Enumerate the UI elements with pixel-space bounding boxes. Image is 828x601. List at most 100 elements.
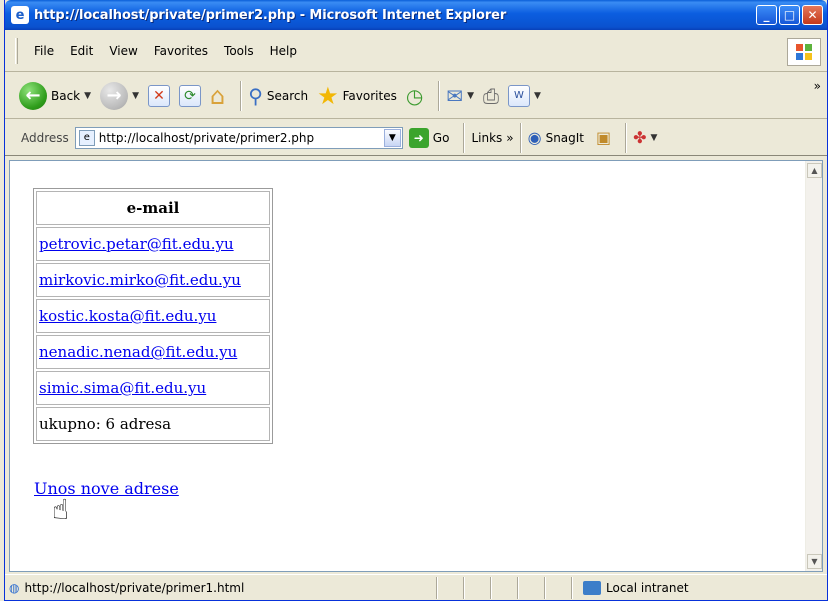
status-cell [545,577,572,599]
snagit-button[interactable]: SnagIt [546,131,584,145]
status-cell [491,577,518,599]
maximize-button[interactable]: □ [779,5,800,25]
intranet-icon [583,581,601,595]
ie-icon: e [11,6,29,24]
table-row: nenadic.nenad@fit.edu.yu [36,335,270,369]
table-cell: petrovic.petar@fit.edu.yu [36,227,270,261]
links-chevron-icon[interactable]: » [506,131,513,145]
page-icon: e [78,129,95,146]
table-row: kostic.kosta@fit.edu.yu [36,299,270,333]
snagit-capture-icon[interactable]: ▣ [596,128,611,147]
scroll-down-icon[interactable]: ▼ [807,554,822,569]
status-cell [464,577,491,599]
status-cell [437,577,464,599]
mail-button[interactable]: ✉ ▼ [446,86,474,106]
address-dropdown-icon[interactable]: ▼ [383,128,401,147]
go-button[interactable]: Go [433,131,450,145]
menu-tools[interactable]: Tools [216,44,262,58]
menu-grip [15,37,18,64]
table-cell: simic.sima@fit.edu.yu [36,371,270,405]
email-link[interactable]: simic.sima@fit.edu.yu [39,379,206,397]
search-label: Search [266,88,309,103]
back-label: Back [51,88,81,103]
address-separator [463,122,466,153]
menu-view[interactable]: View [101,44,145,58]
status-cell [518,577,545,599]
stop-icon: ✕ [147,84,170,107]
address-label: Address [21,130,69,145]
vertical-scrollbar[interactable]: ▲ ▼ [805,161,822,571]
favorites-button[interactable]: ★ Favorites [317,84,397,108]
page-content: e-mail petrovic.petar@fit.edu.yu mirkovi… [9,160,823,572]
back-button[interactable]: ← Back ▼ [19,81,91,110]
email-column-header: e-mail [36,191,270,225]
email-link[interactable]: kostic.kosta@fit.edu.yu [39,307,216,325]
menu-help[interactable]: Help [262,44,305,58]
table-cell: kostic.kosta@fit.edu.yu [36,299,270,333]
word-icon: W [507,84,530,107]
address-separator [519,122,522,153]
email-link[interactable]: petrovic.petar@fit.edu.yu [39,235,234,253]
search-icon: ⚲ [248,83,263,108]
forward-dropdown-icon[interactable]: ▼ [132,91,139,101]
address-bar: Address e http://localhost/private/prime… [5,120,827,156]
menu-edit[interactable]: Edit [62,44,101,58]
search-button[interactable]: ⚲ Search [248,86,308,106]
links-button[interactable]: Links [471,131,502,145]
history-button[interactable]: ◷ [406,86,423,106]
status-page-icon: ◍ [9,581,20,595]
stop-button[interactable]: ✕ [147,84,170,107]
go-arrow-icon[interactable]: ➜ [408,127,429,148]
table-row: petrovic.petar@fit.edu.yu [36,227,270,261]
zone-label: Local intranet [606,581,689,595]
back-arrow-icon: ← [19,81,47,110]
favorites-star-icon: ★ [317,81,339,110]
print-button[interactable]: ⎙ [483,86,499,106]
window-title: http://localhost/private/primer2.php - M… [34,7,507,23]
addon-icon[interactable]: ✤ [633,128,646,147]
menu-file[interactable]: File [26,44,62,58]
mail-icon: ✉ [446,83,464,108]
home-button[interactable]: ⌂ [210,84,225,108]
table-cell: mirkovic.mirko@fit.edu.yu [36,263,270,297]
toolbar-separator [240,80,243,111]
scroll-up-icon[interactable]: ▲ [807,163,822,178]
status-url: http://localhost/private/primer1.html [24,581,245,595]
snagit-icon: ◉ [527,128,542,147]
standard-toolbar: ← Back ▼ → ▼ ✕ ⟳ ⌂ ⚲ Search ★ Favorites … [5,73,827,119]
mail-dropdown-icon[interactable]: ▼ [467,91,474,101]
history-icon: ◷ [405,83,424,108]
table-row: simic.sima@fit.edu.yu [36,371,270,405]
address-input[interactable]: e http://localhost/private/primer2.php ▼ [74,126,403,149]
toolbar-separator [438,80,441,111]
email-table: e-mail petrovic.petar@fit.edu.yu mirkovi… [33,188,273,444]
table-total-row: ukupno: 6 adresa [36,407,270,441]
status-bar: ◍ http://localhost/private/primer1.html … [5,574,827,601]
edit-dropdown-icon[interactable]: ▼ [534,91,541,101]
forward-button[interactable]: → ▼ [100,81,139,110]
window-controls: _ □ ✕ [756,5,823,25]
email-link[interactable]: mirkovic.mirko@fit.edu.yu [39,271,241,289]
title-bar[interactable]: e http://localhost/private/primer2.php -… [5,0,827,30]
back-dropdown-icon[interactable]: ▼ [84,91,91,101]
address-url: http://localhost/private/primer2.php [98,130,315,145]
menu-bar: File Edit View Favorites Tools Help [5,30,827,72]
forward-arrow-icon: → [100,81,129,110]
table-row: mirkovic.mirko@fit.edu.yu [36,263,270,297]
printer-icon: ⎙ [482,83,499,108]
table-header-row: e-mail [36,191,270,225]
email-link[interactable]: nenadic.nenad@fit.edu.yu [39,343,237,361]
hand-cursor-icon: ☝ [52,493,70,526]
minimize-button[interactable]: _ [756,5,777,25]
browser-window: e http://localhost/private/primer2.php -… [4,0,828,601]
status-url-panel: ◍ http://localhost/private/primer1.html [5,577,437,599]
total-count: ukupno: 6 adresa [36,407,270,441]
addon-dropdown-icon[interactable]: ▼ [651,133,658,143]
edit-word-button[interactable]: W ▼ [507,84,541,107]
windows-logo-icon [787,38,821,66]
toolbar-chevron-icon[interactable]: » [814,79,821,93]
refresh-button[interactable]: ⟳ [178,84,201,107]
close-button[interactable]: ✕ [802,5,823,25]
menu-favorites[interactable]: Favorites [146,44,216,58]
security-zone: Local intranet [572,577,827,599]
